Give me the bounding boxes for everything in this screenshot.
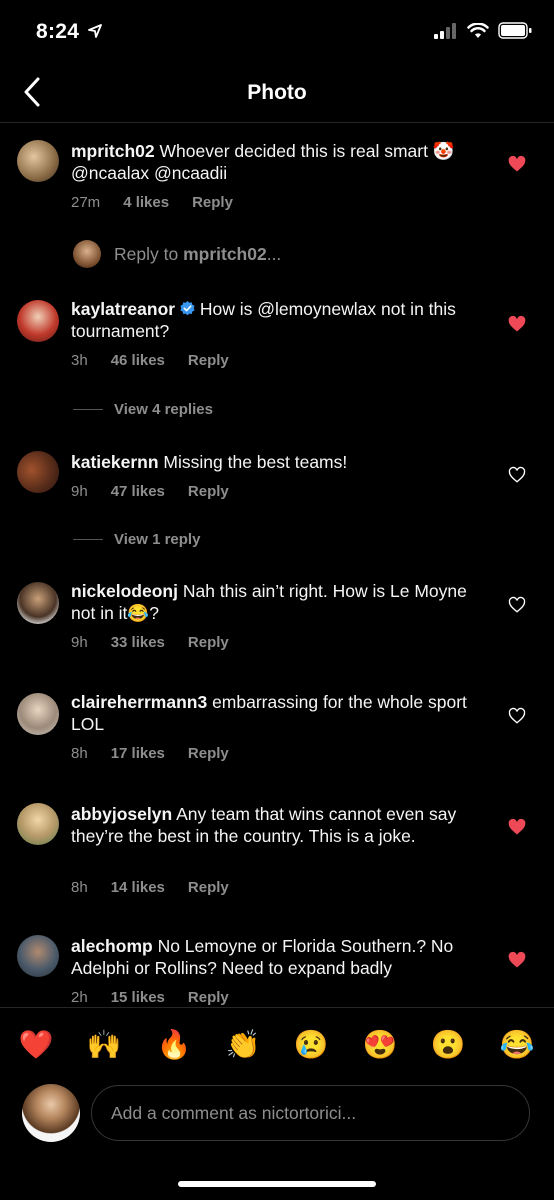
emoji-raised-hands[interactable]: 🙌	[86, 1028, 122, 1062]
comment-likes[interactable]: 47 likes	[111, 483, 165, 500]
reply-username: mpritch02	[183, 243, 267, 264]
emoji-red-heart[interactable]: ❤️	[18, 1028, 54, 1062]
view-replies-label: View 4 replies	[114, 401, 213, 418]
emoji-crying-face[interactable]: 😢	[293, 1028, 329, 1062]
avatar[interactable]	[17, 803, 59, 845]
reply-button[interactable]: Reply	[188, 879, 229, 896]
comment-likes[interactable]: 46 likes	[111, 352, 165, 369]
divider	[73, 409, 103, 410]
battery-icon	[498, 22, 532, 39]
home-indicator[interactable]	[178, 1181, 376, 1187]
view-replies-label: View 1 reply	[114, 531, 201, 548]
avatar[interactable]	[17, 935, 59, 977]
avatar[interactable]	[17, 140, 59, 182]
location-arrow-icon	[88, 24, 102, 38]
comment-time: 8h	[71, 745, 88, 762]
comment-input[interactable]	[109, 1102, 513, 1125]
comment-likes[interactable]: 15 likes	[111, 989, 165, 1006]
avatar[interactable]	[17, 693, 59, 735]
avatar[interactable]	[17, 300, 59, 342]
comment-time: 8h	[71, 879, 88, 896]
divider	[73, 539, 103, 540]
reply-button[interactable]: Reply	[188, 989, 229, 1006]
comment-input-box[interactable]	[91, 1085, 530, 1141]
comment-username[interactable]: claireherrmann3	[71, 692, 207, 712]
avatar	[22, 1084, 80, 1142]
reply-button[interactable]: Reply	[192, 194, 233, 211]
comment-time: 2h	[71, 989, 88, 1006]
comment-text: Missing the best teams!	[163, 452, 348, 472]
reply-suffix: ...	[266, 243, 282, 264]
emoji-tears-of-joy[interactable]: 😂	[499, 1028, 535, 1062]
heart-filled-icon[interactable]	[508, 818, 526, 836]
view-replies-link[interactable]: View 4 replies	[73, 401, 213, 418]
heart-filled-icon[interactable]	[508, 155, 526, 173]
reply-prefix: Reply to	[114, 243, 184, 264]
reply-button[interactable]: Reply	[188, 745, 229, 762]
page-title: Photo	[247, 81, 307, 104]
heart-filled-icon[interactable]	[508, 951, 526, 969]
reply-button[interactable]: Reply	[188, 352, 229, 369]
avatar[interactable]	[17, 582, 59, 624]
comment-username[interactable]: abbyjoselyn	[71, 804, 172, 824]
comment-time: 9h	[71, 483, 88, 500]
emoji-bar: ❤️ 🙌 🔥 👏 😢 😍 😮 😂	[0, 1007, 554, 1082]
status-time: 8:24	[36, 20, 80, 43]
comment-likes[interactable]: 4 likes	[123, 194, 169, 211]
comment-username[interactable]: mpritch02	[71, 141, 155, 161]
heart-outline-icon[interactable]	[508, 707, 526, 725]
comment-username[interactable]: nickelodeonj	[71, 581, 178, 601]
wifi-icon	[467, 22, 489, 38]
avatar	[73, 240, 101, 268]
heart-outline-icon[interactable]	[508, 466, 526, 484]
heart-filled-icon[interactable]	[508, 315, 526, 333]
emoji-clapping-hands[interactable]: 👏	[225, 1028, 261, 1062]
comment-username[interactable]: katiekernn	[71, 452, 159, 472]
comment-likes[interactable]: 14 likes	[111, 879, 165, 896]
emoji-heart-eyes[interactable]: 😍	[362, 1028, 398, 1062]
nav-bar: Photo	[0, 66, 554, 123]
status-bar: 8:24	[0, 0, 554, 66]
comment-time: 3h	[71, 352, 88, 369]
comment-likes[interactable]: 33 likes	[111, 634, 165, 651]
view-replies-link[interactable]: View 1 reply	[73, 531, 200, 548]
cellular-signal-icon	[434, 22, 456, 39]
heart-outline-icon[interactable]	[508, 596, 526, 614]
comment-username[interactable]: alechomp	[71, 936, 153, 956]
comment-time: 27m	[71, 194, 101, 211]
avatar[interactable]	[17, 451, 59, 493]
comment-composer	[0, 1084, 554, 1144]
comment-username[interactable]: kaylatreanor	[71, 299, 175, 319]
reply-button[interactable]: Reply	[188, 634, 229, 651]
comment-time: 9h	[71, 634, 88, 651]
verified-badge-icon	[180, 301, 195, 316]
emoji-surprised-face[interactable]: 😮	[430, 1028, 466, 1062]
comment-likes[interactable]: 17 likes	[111, 745, 165, 762]
emoji-fire[interactable]: 🔥	[156, 1028, 192, 1062]
reply-prompt[interactable]: Reply to mpritch02...	[73, 240, 281, 268]
reply-button[interactable]: Reply	[188, 483, 229, 500]
